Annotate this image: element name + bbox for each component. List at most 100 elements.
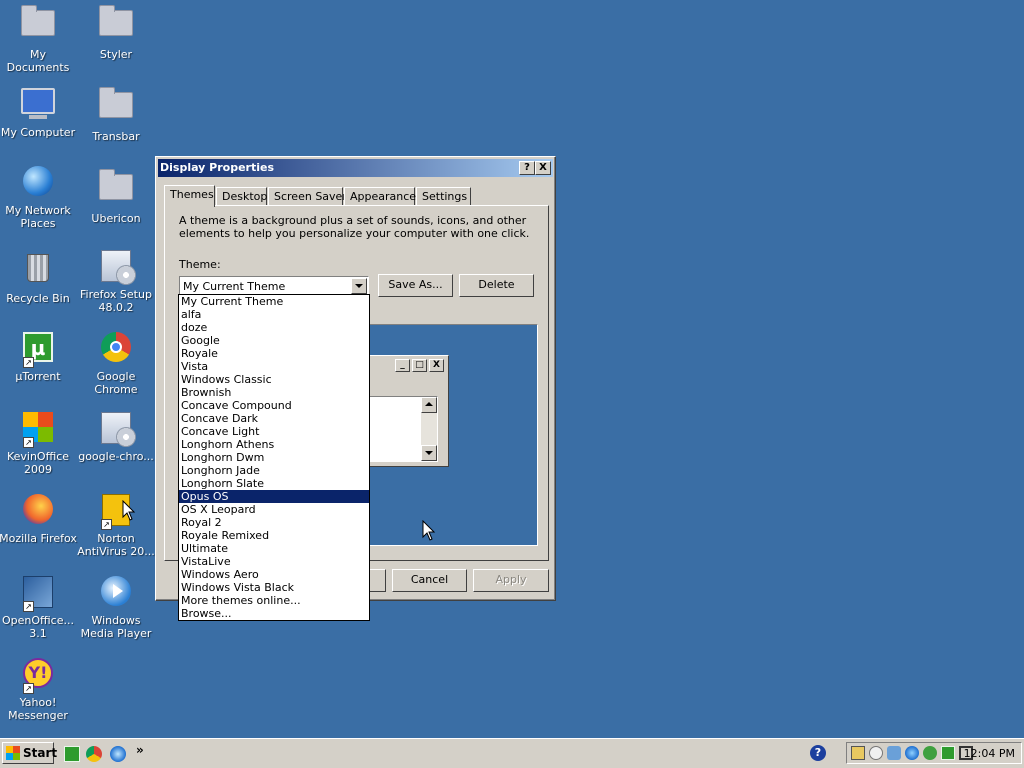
tray-expand-icon[interactable] — [836, 743, 846, 763]
shortcut-arrow-icon: ↗ — [23, 683, 34, 694]
messenger-tray-icon[interactable] — [869, 746, 883, 760]
theme-option[interactable]: More themes online... — [179, 594, 369, 607]
theme-option[interactable]: Longhorn Slate — [179, 477, 369, 490]
firefox-icon — [23, 494, 53, 524]
theme-option[interactable]: VistaLive — [179, 555, 369, 568]
desktop-icon-transbar[interactable]: Transbar — [76, 86, 156, 143]
network-icon — [23, 166, 53, 196]
theme-option[interactable]: My Current Theme — [179, 295, 369, 308]
installer-icon — [101, 250, 136, 285]
utorrent-icon[interactable] — [64, 746, 80, 762]
mouse-cursor-icon — [122, 500, 136, 521]
desktop-icon-openoffice[interactable]: ↗ OpenOffice... 3.1 — [0, 576, 78, 640]
globe-tray-icon[interactable] — [905, 746, 919, 760]
theme-option[interactable]: Concave Dark — [179, 412, 369, 425]
help-button[interactable]: ? — [519, 161, 535, 175]
tab-screen-saver[interactable]: Screen Saver — [268, 187, 347, 205]
desktop-icon-windows-media-player[interactable]: Windows Media Player — [76, 576, 156, 640]
theme-option[interactable]: Ultimate — [179, 542, 369, 555]
desktop-icon-utorrent[interactable]: µ ↗ µTorrent — [0, 332, 78, 383]
cancel-button[interactable]: Cancel — [392, 569, 467, 592]
help-icon[interactable]: ? — [810, 745, 826, 761]
theme-option[interactable]: Concave Light — [179, 425, 369, 438]
theme-option[interactable]: doze — [179, 321, 369, 334]
network-tray-icon[interactable] — [851, 746, 865, 760]
desktop-icon-norton-antivirus[interactable]: ↗ Norton AntiVirus 20... — [76, 494, 156, 558]
theme-option[interactable]: Royale Remixed — [179, 529, 369, 542]
theme-option[interactable]: Royale — [179, 347, 369, 360]
desktop-icon-my-network-places[interactable]: My Network Places — [0, 166, 78, 230]
dialog-title: Display Properties — [160, 161, 275, 174]
theme-option[interactable]: Vista — [179, 360, 369, 373]
desktop-icon-ubericon[interactable]: Ubericon — [76, 168, 156, 225]
installer-icon — [101, 412, 136, 447]
utorrent-tray-icon[interactable] — [941, 746, 955, 760]
clock[interactable]: 12:04 PM — [964, 747, 1015, 760]
taskbar: Start » ? 12:04 PM — [0, 738, 1024, 768]
dialog-titlebar[interactable]: Display Properties ? X — [158, 159, 553, 177]
desktop-icon-recycle-bin[interactable]: Recycle Bin — [0, 250, 78, 305]
maximize-icon: □ — [412, 359, 427, 372]
minimize-icon: _ — [395, 359, 410, 372]
system-tray: 12:04 PM — [846, 742, 1022, 764]
shortcut-arrow-icon: ↗ — [23, 601, 34, 612]
theme-label: Theme: — [179, 258, 221, 271]
theme-dropdown-list[interactable]: My Current Theme alfa doze Google Royale… — [178, 294, 370, 621]
shield-tray-icon[interactable] — [923, 746, 937, 760]
windows-flag-icon — [6, 746, 20, 760]
theme-option[interactable]: Google — [179, 334, 369, 347]
theme-option-selected[interactable]: Opus OS — [179, 490, 369, 503]
media-player-icon — [101, 576, 131, 606]
theme-option[interactable]: Brownish — [179, 386, 369, 399]
theme-option[interactable]: OS X Leopard — [179, 503, 369, 516]
shortcut-arrow-icon: ↗ — [101, 519, 112, 530]
phone-tray-icon[interactable] — [887, 746, 901, 760]
desktop-icon-kevinoffice[interactable]: ↗ KevinOffice 2009 — [0, 412, 78, 476]
theme-combobox[interactable]: My Current Theme — [179, 276, 369, 296]
desktop-icon-styler[interactable]: Styler — [76, 4, 156, 61]
desktop-icon-google-chrome-installer[interactable]: google-chro... — [76, 412, 156, 463]
theme-option[interactable]: Royal 2 — [179, 516, 369, 529]
desktop-icon-google-chrome[interactable]: Google Chrome — [76, 332, 156, 396]
theme-option[interactable]: Windows Aero — [179, 568, 369, 581]
computer-icon — [21, 88, 55, 122]
start-label: Start — [23, 746, 58, 760]
scroll-up-icon — [421, 397, 437, 413]
theme-option[interactable]: Browse... — [179, 607, 369, 620]
desktop-icon-my-computer[interactable]: My Computer — [0, 86, 78, 139]
desktop-icon-my-documents[interactable]: My Documents — [0, 4, 78, 74]
tab-settings[interactable]: Settings — [416, 187, 471, 205]
recycle-bin-icon — [27, 254, 49, 282]
folder-icon — [99, 169, 133, 200]
folder-icon — [99, 87, 133, 118]
apply-button[interactable]: Apply — [473, 569, 549, 592]
theme-option[interactable]: alfa — [179, 308, 369, 321]
save-as-button[interactable]: Save As... — [378, 274, 453, 297]
theme-option[interactable]: Longhorn Jade — [179, 464, 369, 477]
chrome-icon — [101, 332, 131, 362]
desktop-icon-mozilla-firefox[interactable]: Mozilla Firefox — [0, 494, 78, 545]
ie-icon[interactable] — [110, 746, 126, 762]
shortcut-arrow-icon: ↗ — [23, 437, 34, 448]
preview-scrollbar — [421, 397, 437, 461]
theme-option[interactable]: Concave Compound — [179, 399, 369, 412]
chrome-icon[interactable] — [86, 746, 102, 762]
scroll-down-icon — [421, 445, 437, 461]
desktop-icon-yahoo-messenger[interactable]: Y! ↗ Yahoo! Messenger — [0, 658, 78, 722]
theme-option[interactable]: Windows Vista Black — [179, 581, 369, 594]
folder-icon — [21, 5, 55, 36]
desktop-icon-firefox-setup[interactable]: Firefox Setup 48.0.2 — [76, 250, 156, 314]
tab-appearance[interactable]: Appearance — [344, 187, 416, 205]
start-button[interactable]: Start — [2, 742, 58, 764]
theme-option[interactable]: Windows Classic — [179, 373, 369, 386]
tab-themes[interactable]: Themes — [164, 185, 215, 207]
tab-desktop[interactable]: Desktop — [216, 187, 267, 205]
chevron-down-icon[interactable] — [351, 278, 367, 294]
theme-option[interactable]: Longhorn Athens — [179, 438, 369, 451]
delete-button[interactable]: Delete — [459, 274, 534, 297]
close-button[interactable]: X — [535, 161, 551, 175]
close-icon: X — [429, 359, 444, 372]
quick-launch-overflow[interactable]: » — [136, 743, 144, 757]
theme-option[interactable]: Longhorn Dwm — [179, 451, 369, 464]
shortcut-arrow-icon: ↗ — [23, 357, 34, 368]
